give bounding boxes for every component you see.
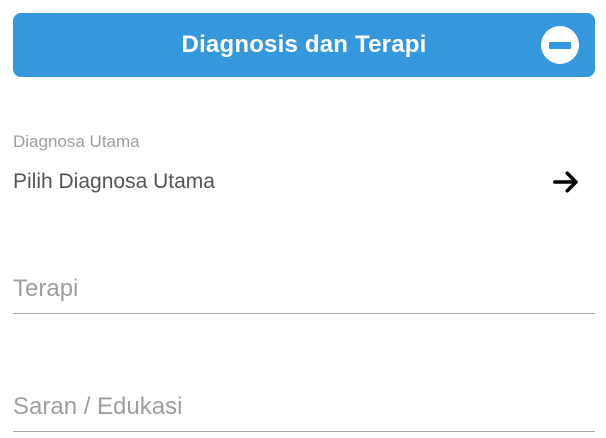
section-title: Diagnosis dan Terapi [181, 31, 427, 58]
arrow-right-icon [553, 171, 578, 193]
diagnosa-utama-label: Diagnosa Utama [13, 132, 140, 151]
saran-edukasi-input[interactable] [13, 382, 595, 432]
terapi-input[interactable] [13, 264, 595, 314]
diagnosa-utama-picker[interactable]: Pilih Diagnosa Utama [13, 162, 595, 202]
section-header[interactable]: Diagnosis dan Terapi [13, 13, 595, 77]
minus-circle-icon [549, 41, 571, 49]
diagnosa-utama-value: Pilih Diagnosa Utama [13, 170, 215, 193]
diagnosis-form: Diagnosis dan Terapi Diagnosa Utama Pili… [0, 0, 606, 438]
collapse-button[interactable] [541, 26, 579, 64]
